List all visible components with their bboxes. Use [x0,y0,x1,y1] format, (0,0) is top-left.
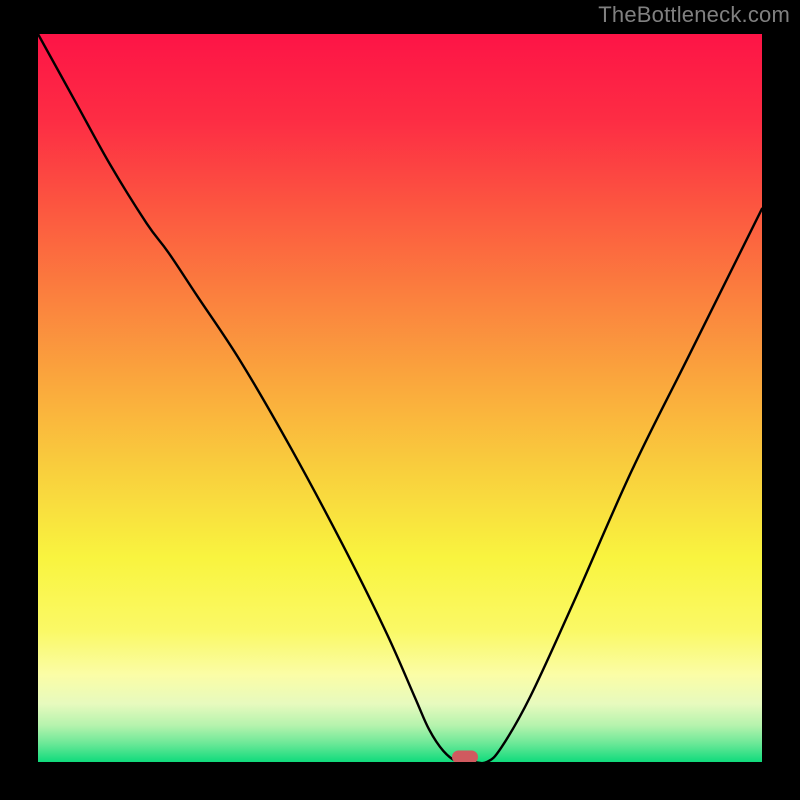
watermark-text: TheBottleneck.com [598,2,790,28]
bottleneck-curve [38,34,762,762]
bottleneck-chart: TheBottleneck.com [0,0,800,800]
plot-area [38,34,762,762]
curve-layer [38,34,762,762]
optimal-marker [452,751,478,763]
